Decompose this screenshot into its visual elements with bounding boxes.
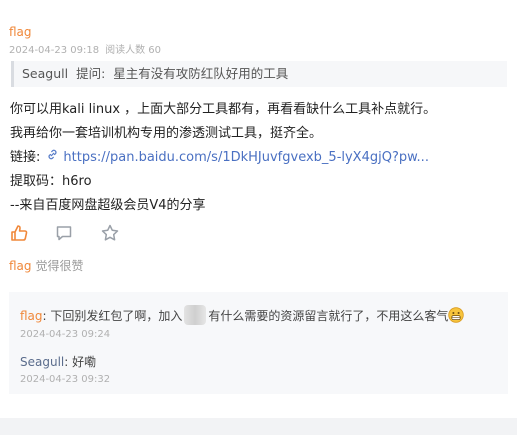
reply-text: 有什么需要的资源留言就行了，不用这么客气 [208, 309, 449, 323]
quote-user[interactable]: Seagull [22, 66, 68, 81]
liked-by: flag 觉得很赞 [9, 257, 84, 274]
reply-text: : 好嘞 [64, 355, 97, 369]
question-quote: Seagull 提问: 星主有没有攻防红队好用的工具 [11, 61, 507, 87]
grinning-face-icon [448, 307, 465, 323]
liked-text: 觉得很赞 [35, 259, 84, 273]
star-icon[interactable] [100, 223, 120, 243]
link-label: 链接: [10, 150, 41, 165]
post-meta: 2024-04-23 09:18 阅读人数 60 [9, 41, 161, 56]
extract-code: 提取码：h6ro [10, 174, 92, 189]
post-author[interactable]: flag [9, 25, 32, 39]
reply-item: flag: 下回别发红包了啊，加入 有什么需要的资源留言就行了，不用这么客气 [20, 305, 465, 325]
reply-time: 2024-04-23 09:24 [20, 329, 111, 340]
share-link[interactable]: https://pan.baidu.com/s/1DkHJuvfgvexb_5-… [63, 150, 429, 165]
reply-list: flag: 下回别发红包了啊，加入 有什么需要的资源留言就行了，不用这么客气 20… [9, 292, 508, 394]
post-body: 你可以用kali linux ，上面大部分工具都有，再看看缺什么工具补点就行。 … [10, 98, 510, 218]
liked-user[interactable]: flag [9, 259, 32, 273]
comment-icon[interactable] [54, 223, 74, 243]
post-card: flag 2024-04-23 09:18 阅读人数 60 Seagull 提问:… [0, 0, 517, 418]
reply-user[interactable]: Seagull [20, 355, 64, 369]
views-count: 阅读人数 60 [105, 45, 162, 56]
link-line: 链接: https://pan.baidu.com/s/1DkHJuvfgvexb… [10, 146, 510, 170]
thumbs-up-icon[interactable] [9, 223, 29, 243]
share-footer: --来自百度网盘超级会员V4的分享 [10, 198, 206, 213]
reply-user[interactable]: flag [20, 309, 43, 323]
reply-item: Seagull: 好嘞 [20, 353, 96, 370]
body-line: 你可以用kali linux ，上面大部分工具都有，再看看缺什么工具补点就行。 [10, 102, 437, 117]
quote-label: 提问: [76, 66, 106, 81]
body-line: 我再给你一套培训机构专用的渗透测试工具，挺齐全。 [10, 126, 323, 141]
reply-time: 2024-04-23 09:32 [20, 374, 111, 385]
quote-text: 星主有没有攻防红队好用的工具 [113, 66, 289, 81]
blurred-image [184, 305, 207, 325]
link-icon [46, 146, 60, 170]
reply-text: : 下回别发红包了啊，加入 [42, 309, 183, 323]
post-date: 2024-04-23 09:18 [9, 45, 100, 56]
